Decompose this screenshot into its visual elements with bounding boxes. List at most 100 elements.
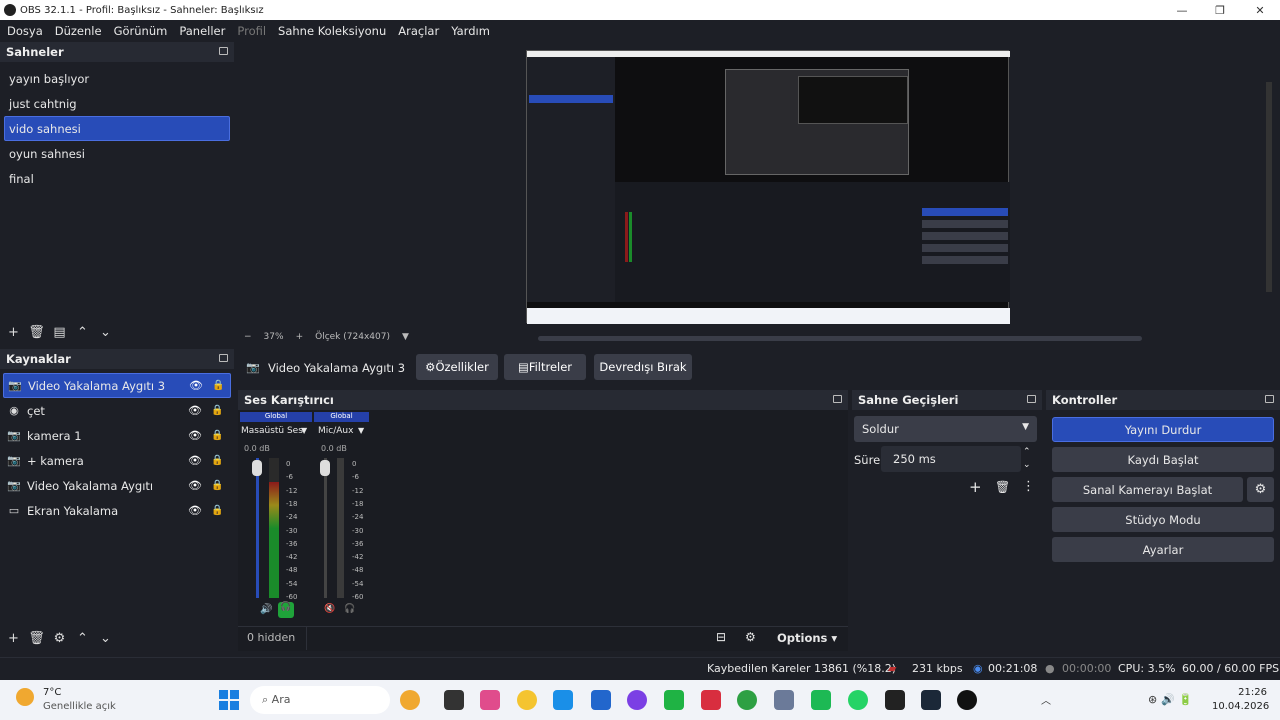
undock-icon[interactable] xyxy=(219,354,228,362)
taskbar-app-icon[interactable] xyxy=(921,690,941,710)
stop-streaming-button[interactable]: Yayını Durdur xyxy=(1052,417,1274,442)
taskbar-app-icon[interactable] xyxy=(737,690,757,710)
add-scene-button[interactable]: + xyxy=(2,322,25,342)
source-item-selected[interactable]: 📷 Video Yakalama Aygıtı 3 👁 🔒 xyxy=(3,373,231,398)
menu-file[interactable]: Dosya xyxy=(7,24,43,38)
taskbar-app-icon[interactable] xyxy=(444,690,464,710)
taskbar-app-icon[interactable] xyxy=(811,690,831,710)
duration-input[interactable]: 250 ms xyxy=(881,446,1021,472)
menu-docks[interactable]: Paneller xyxy=(179,24,225,38)
move-up-button[interactable]: ⌃ xyxy=(71,628,94,648)
source-item[interactable]: 📷 + kamera 👁 🔒 xyxy=(0,448,234,473)
taskbar-app-icon[interactable] xyxy=(480,690,500,710)
taskbar-app-icon[interactable] xyxy=(664,690,684,710)
source-item[interactable]: ▭ Ekran Yakalama 👁 🔒 xyxy=(0,498,234,523)
volume-slider-handle[interactable] xyxy=(320,460,330,476)
scene-item[interactable]: yayın başlıyor xyxy=(0,66,234,91)
taskbar-app-icon[interactable] xyxy=(627,690,647,710)
properties-button[interactable]: ⚙ Özellikler xyxy=(416,354,498,380)
scene-item-selected[interactable]: vido sahnesi xyxy=(4,116,230,141)
lock-icon[interactable]: 🔒 xyxy=(211,505,223,516)
headphones-icon[interactable]: 🎧 xyxy=(278,602,294,618)
zoom-in-button[interactable]: + xyxy=(296,332,304,342)
taskbar-app-icon[interactable] xyxy=(774,690,794,710)
more-options-icon[interactable]: ⋮ xyxy=(1022,479,1035,494)
source-settings-button[interactable]: ⚙ xyxy=(48,628,71,648)
minimize-button[interactable]: — xyxy=(1162,0,1202,20)
add-source-button[interactable]: + xyxy=(2,628,25,648)
scene-item[interactable]: just cahtnig xyxy=(0,91,234,116)
menu-edit[interactable]: Düzenle xyxy=(55,24,102,38)
source-item[interactable]: 📷 kamera 1 👁 🔒 xyxy=(0,423,234,448)
source-item[interactable]: ◉ çet 👁 🔒 xyxy=(0,398,234,423)
gear-icon[interactable]: ⚙ xyxy=(745,630,756,644)
preview-canvas[interactable] xyxy=(526,50,1010,324)
eye-icon[interactable]: 👁 xyxy=(188,479,202,492)
taskbar-app-icon[interactable] xyxy=(885,690,905,710)
transition-select[interactable]: Soldur ▼ xyxy=(854,416,1037,442)
horizontal-scrollbar[interactable] xyxy=(538,336,1142,341)
deactivate-button[interactable]: Devredışı Bırak xyxy=(594,354,692,380)
scene-item[interactable]: final xyxy=(0,166,234,191)
chevron-down-icon[interactable]: ▼ xyxy=(301,426,307,435)
volume-track[interactable] xyxy=(324,458,327,598)
menu-scene-collection[interactable]: Sahne Koleksiyonu xyxy=(278,24,386,38)
speaker-icon[interactable]: 🔊 xyxy=(260,604,272,615)
eye-icon[interactable]: 👁 xyxy=(188,504,202,517)
preview-area[interactable]: − 37% + Ölçek (724x407) ▼ xyxy=(238,42,1280,347)
scene-item[interactable]: oyun sahnesi xyxy=(0,141,234,166)
move-down-button[interactable]: ⌄ xyxy=(94,322,117,342)
headphones-icon[interactable]: 🎧 xyxy=(344,604,355,614)
eye-icon[interactable]: 👁 xyxy=(188,454,202,467)
taskbar-app-icon[interactable] xyxy=(517,690,537,710)
move-up-button[interactable]: ⌃ xyxy=(71,322,94,342)
menu-profile[interactable]: Profil xyxy=(237,24,266,38)
undock-icon[interactable] xyxy=(219,47,228,55)
chevron-down-icon[interactable]: ▼ xyxy=(358,426,364,435)
eye-icon[interactable]: 👁 xyxy=(188,429,202,442)
chevron-up-icon[interactable]: ︿ xyxy=(1041,692,1051,707)
start-recording-button[interactable]: Kaydı Başlat xyxy=(1052,447,1274,472)
maximize-button[interactable]: ❐ xyxy=(1200,0,1240,20)
add-transition-button[interactable]: + xyxy=(969,478,982,496)
taskbar-app-icon[interactable] xyxy=(848,690,868,710)
lock-icon[interactable]: 🔒 xyxy=(211,480,223,491)
taskbar-app-icon[interactable] xyxy=(957,690,977,710)
system-tray[interactable]: ⊛🔊🔋 xyxy=(1148,693,1197,706)
scene-filters-button[interactable]: ▤ xyxy=(48,322,71,342)
eye-icon[interactable]: 👁 xyxy=(188,404,202,417)
settings-button[interactable]: Ayarlar xyxy=(1052,537,1274,562)
move-down-button[interactable]: ⌄ xyxy=(94,628,117,648)
undock-icon[interactable] xyxy=(1027,395,1036,403)
options-button[interactable]: Options ▾ xyxy=(777,631,837,645)
remove-scene-button[interactable]: 🗑 xyxy=(25,322,48,342)
zoom-out-button[interactable]: − xyxy=(244,332,252,342)
eye-icon[interactable]: 👁 xyxy=(189,379,203,392)
menu-help[interactable]: Yardım xyxy=(451,24,490,38)
search-box[interactable]: ⌕ Ara xyxy=(250,686,390,714)
undock-icon[interactable] xyxy=(833,395,842,403)
volume-track[interactable] xyxy=(256,458,259,598)
taskbar-app-icon[interactable] xyxy=(400,690,420,710)
taskbar-app-icon[interactable] xyxy=(701,690,721,710)
muted-speaker-icon[interactable]: 🔇 xyxy=(324,604,335,614)
lock-icon[interactable]: 🔒 xyxy=(211,430,223,441)
close-button[interactable]: ✕ xyxy=(1240,0,1280,20)
scale-dropdown-icon[interactable]: ▼ xyxy=(402,332,409,342)
filters-button[interactable]: ▤ Filtreler xyxy=(504,354,586,380)
studio-mode-button[interactable]: Stüdyo Modu xyxy=(1052,507,1274,532)
layout-icon[interactable]: ⊟ xyxy=(716,630,726,644)
duration-stepper[interactable]: ⌃ ⌄ xyxy=(1023,446,1031,472)
taskbar-app-icon[interactable] xyxy=(553,690,573,710)
menu-view[interactable]: Görünüm xyxy=(114,24,168,38)
lock-icon[interactable]: 🔒 xyxy=(212,380,224,391)
taskbar-app-icon[interactable] xyxy=(591,690,611,710)
remove-transition-button[interactable]: 🗑 xyxy=(995,480,1010,494)
undock-icon[interactable] xyxy=(1265,395,1274,403)
menu-tools[interactable]: Araçlar xyxy=(398,24,439,38)
volume-slider-handle[interactable] xyxy=(252,460,262,476)
lock-icon[interactable]: 🔒 xyxy=(211,405,223,416)
vertical-scrollbar[interactable] xyxy=(1266,82,1272,292)
lock-icon[interactable]: 🔒 xyxy=(211,455,223,466)
start-virtual-camera-button[interactable]: Sanal Kamerayı Başlat xyxy=(1052,477,1243,502)
